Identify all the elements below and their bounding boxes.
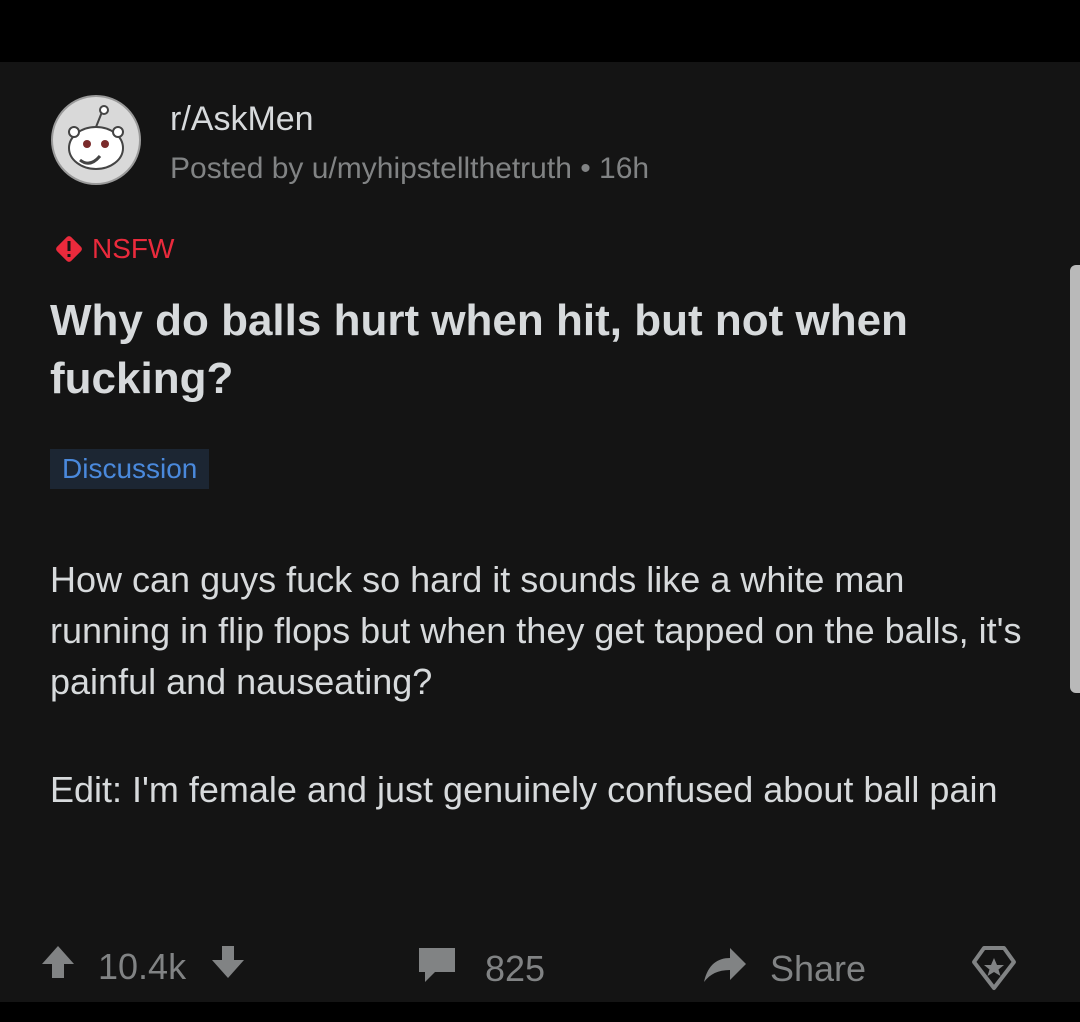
subreddit-name[interactable]: r/AskMen [170, 100, 314, 139]
post-body-paragraph: Edit: I'm female and just genuinely conf… [50, 769, 998, 810]
scrollbar-thumb[interactable] [1070, 265, 1080, 693]
comments-button[interactable]: 825 [415, 942, 545, 995]
nsfw-tag: NSFW [52, 232, 174, 266]
comment-bubble-icon [415, 942, 459, 995]
comments-count: 825 [485, 947, 546, 989]
share-label: Share [770, 947, 867, 989]
vote-score: 10.4k [98, 945, 187, 987]
award-icon [970, 944, 1018, 1001]
nsfw-label: NSFW [92, 233, 175, 264]
post-action-bar: 10.4k 825 Share [0, 930, 1080, 998]
top-black-band [0, 0, 1080, 62]
post-card [0, 62, 1080, 1002]
share-arrow-icon [700, 942, 748, 995]
bottom-black-band [0, 1002, 1080, 1022]
arrow-down-icon[interactable] [208, 942, 248, 991]
warning-diamond-icon [52, 232, 86, 266]
post-meta: Posted by u/myhipstellthetruth • 16h [170, 152, 650, 185]
vote-group: 10.4k [38, 942, 248, 991]
award-button[interactable] [970, 944, 1018, 1001]
post-body-paragraph: How can guys fuck so hard it sounds like… [50, 559, 1022, 702]
subreddit-avatar-icon[interactable] [50, 94, 142, 186]
arrow-up-icon[interactable] [38, 942, 78, 991]
post-title[interactable]: Why do balls hurt when hit, but not when… [50, 292, 1010, 408]
share-button[interactable]: Share [700, 942, 866, 995]
post-flair[interactable]: Discussion [50, 449, 210, 489]
